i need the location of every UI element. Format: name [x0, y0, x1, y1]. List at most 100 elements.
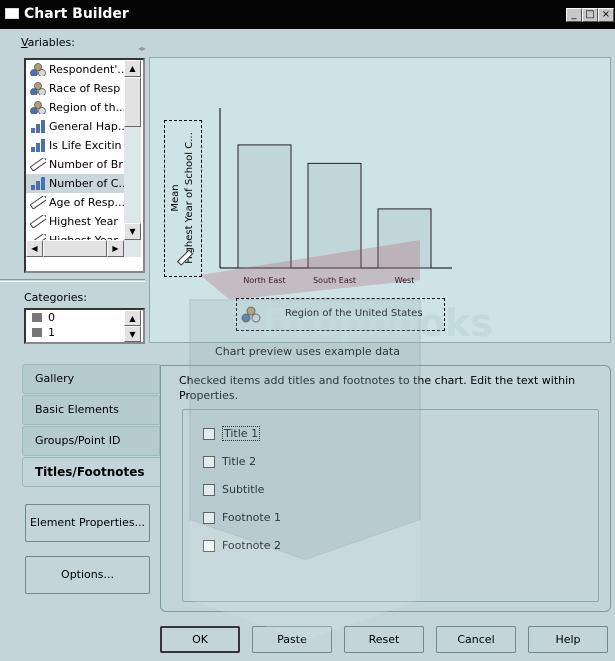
- footnote1-checkbox[interactable]: Footnote 1: [203, 511, 281, 527]
- variable-list-item[interactable]: Region of th...: [26, 98, 124, 117]
- title-bar[interactable]: Chart Builder _ □ ×: [0, 0, 615, 29]
- checkbox-icon[interactable]: [203, 428, 215, 440]
- window-icon: [5, 8, 19, 19]
- variable-list-item[interactable]: General Hap...: [26, 117, 124, 136]
- cancel-button[interactable]: Cancel: [436, 626, 516, 653]
- title2-checkbox[interactable]: Title 2: [203, 455, 256, 471]
- checkbox-icon[interactable]: [203, 456, 215, 468]
- variable-label: Respondent'...: [49, 63, 124, 76]
- chart-preview[interactable]: Mean Highest Year of School C... North E…: [149, 57, 611, 343]
- category-swatch-icon: [32, 313, 42, 322]
- variable-label: Race of Resp: [49, 82, 121, 95]
- variable-label: Number of C...: [49, 177, 124, 190]
- chart-bar: [307, 162, 362, 269]
- scale-ruler-icon: [176, 249, 193, 266]
- categories-label: Categories:: [24, 291, 87, 304]
- chart-bar: [237, 144, 292, 269]
- checkbox-icon[interactable]: [203, 540, 215, 552]
- category-label: 1: [48, 326, 55, 339]
- variable-list-item[interactable]: Highest Year: [26, 212, 124, 231]
- horizontal-scroll-thumb[interactable]: [43, 240, 107, 257]
- ordinal-icon: [31, 139, 45, 152]
- chart-builder-window: Chart Builder _ □ × Variables: ◂▸ Respon…: [0, 0, 615, 661]
- variable-list-item[interactable]: Number of C...: [26, 174, 124, 193]
- reset-button[interactable]: Reset: [344, 626, 424, 653]
- scroll-thumb[interactable]: [124, 77, 141, 127]
- panel-description: Checked items add titles and footnotes t…: [179, 374, 576, 402]
- nominal-icon: [30, 63, 46, 76]
- element-properties-button[interactable]: Element Properties...: [25, 504, 150, 542]
- window-title: Chart Builder: [24, 6, 129, 22]
- tab-gallery[interactable]: Gallery: [22, 364, 160, 394]
- nominal-variable-icon: [241, 306, 261, 323]
- scale-icon: [30, 196, 46, 209]
- checkbox-icon[interactable]: [203, 484, 215, 496]
- title1-checkbox[interactable]: Title 1: [203, 426, 261, 443]
- chart-bar: [377, 208, 432, 269]
- subtitle-checkbox[interactable]: Subtitle: [203, 483, 264, 499]
- x-tick-label: West: [395, 276, 415, 285]
- scale-icon: [30, 158, 46, 171]
- tab-titles-footnotes[interactable]: Titles/Footnotes: [22, 457, 161, 487]
- scroll-left-button[interactable]: ◀: [26, 240, 43, 257]
- checkbox-label: Subtitle: [222, 483, 265, 496]
- tab-basic-elements[interactable]: Basic Elements: [22, 395, 160, 425]
- variable-list-item[interactable]: Number of Br: [26, 155, 124, 174]
- nominal-icon: [30, 101, 46, 114]
- titles-footnotes-panel: Checked items add titles and footnotes t…: [160, 365, 611, 612]
- checkbox-label: Footnote 2: [222, 539, 281, 552]
- x-tick-label: North East: [243, 276, 285, 285]
- scroll-right-button[interactable]: ▶: [107, 240, 124, 257]
- variable-list-item[interactable]: Race of Resp: [26, 79, 124, 98]
- x-axis-drop-zone[interactable]: Region of the United States: [236, 298, 445, 331]
- checkbox-label: Footnote 1: [222, 511, 281, 524]
- ok-button[interactable]: OK: [160, 626, 240, 653]
- variables-list[interactable]: Respondent'... Race of Resp Region of th..…: [24, 58, 145, 273]
- preview-note: Chart preview uses example data: [215, 345, 400, 358]
- x-tick-label: South East: [313, 276, 356, 285]
- bar-chart: North East South East West: [219, 108, 452, 285]
- tab-groups-point-id[interactable]: Groups/Point ID: [22, 426, 160, 456]
- variable-list-item[interactable]: Highest Year: [26, 231, 124, 240]
- category-swatch-icon: [32, 328, 42, 337]
- ordinal-icon: [31, 120, 45, 133]
- category-item[interactable]: 1: [26, 325, 124, 340]
- titles-checkbox-group: Title 1 Title 2 Subtitle Footnote 1 Foot…: [182, 409, 599, 602]
- footnote2-checkbox[interactable]: Footnote 2: [203, 539, 281, 555]
- ordinal-icon: [31, 177, 45, 190]
- category-label: 0: [48, 311, 55, 324]
- categories-list[interactable]: 0 1 ▲ ▼: [24, 308, 145, 344]
- close-button[interactable]: ×: [598, 8, 614, 22]
- checkbox-icon[interactable]: [203, 512, 215, 524]
- horizontal-splitter[interactable]: [0, 279, 145, 282]
- splitter-handle-icon[interactable]: ◂▸: [138, 44, 146, 53]
- paste-button[interactable]: Paste: [252, 626, 332, 653]
- variable-list-item[interactable]: Age of Resp...: [26, 193, 124, 212]
- minimize-button[interactable]: _: [566, 8, 582, 22]
- checkbox-label: Title 2: [222, 455, 257, 468]
- variable-label: General Hap...: [49, 120, 124, 133]
- options-button[interactable]: Options...: [25, 556, 150, 594]
- variable-label: Age of Resp...: [49, 196, 124, 209]
- category-scroll-down-button[interactable]: ▼: [124, 326, 141, 342]
- x-axis-label: Region of the United States: [285, 308, 423, 319]
- nominal-icon: [30, 82, 46, 95]
- variable-label: Highest Year: [49, 215, 118, 228]
- category-item[interactable]: 0: [26, 310, 124, 325]
- variable-list-item[interactable]: Respondent'...: [26, 60, 124, 79]
- variables-horizontal-scrollbar[interactable]: ◀ ▶: [26, 240, 141, 257]
- variables-label: Variables:: [21, 36, 75, 49]
- y-axis-drop-zone[interactable]: Mean Highest Year of School C...: [164, 120, 202, 277]
- category-scroll-up-button[interactable]: ▲: [124, 310, 141, 326]
- scroll-down-button[interactable]: ▼: [124, 223, 141, 240]
- maximize-button[interactable]: □: [582, 8, 598, 22]
- variable-label: Is Life Excitin: [49, 139, 122, 152]
- variables-vertical-scrollbar[interactable]: ▲ ▼: [124, 60, 141, 240]
- variable-label: Number of Br: [49, 158, 123, 171]
- variable-list-item[interactable]: Is Life Excitin: [26, 136, 124, 155]
- checkbox-label: Title 1: [222, 426, 261, 441]
- variable-label: Region of th...: [49, 101, 124, 114]
- scroll-up-button[interactable]: ▲: [124, 60, 141, 77]
- help-button[interactable]: Help: [528, 626, 608, 653]
- scale-icon: [30, 215, 46, 228]
